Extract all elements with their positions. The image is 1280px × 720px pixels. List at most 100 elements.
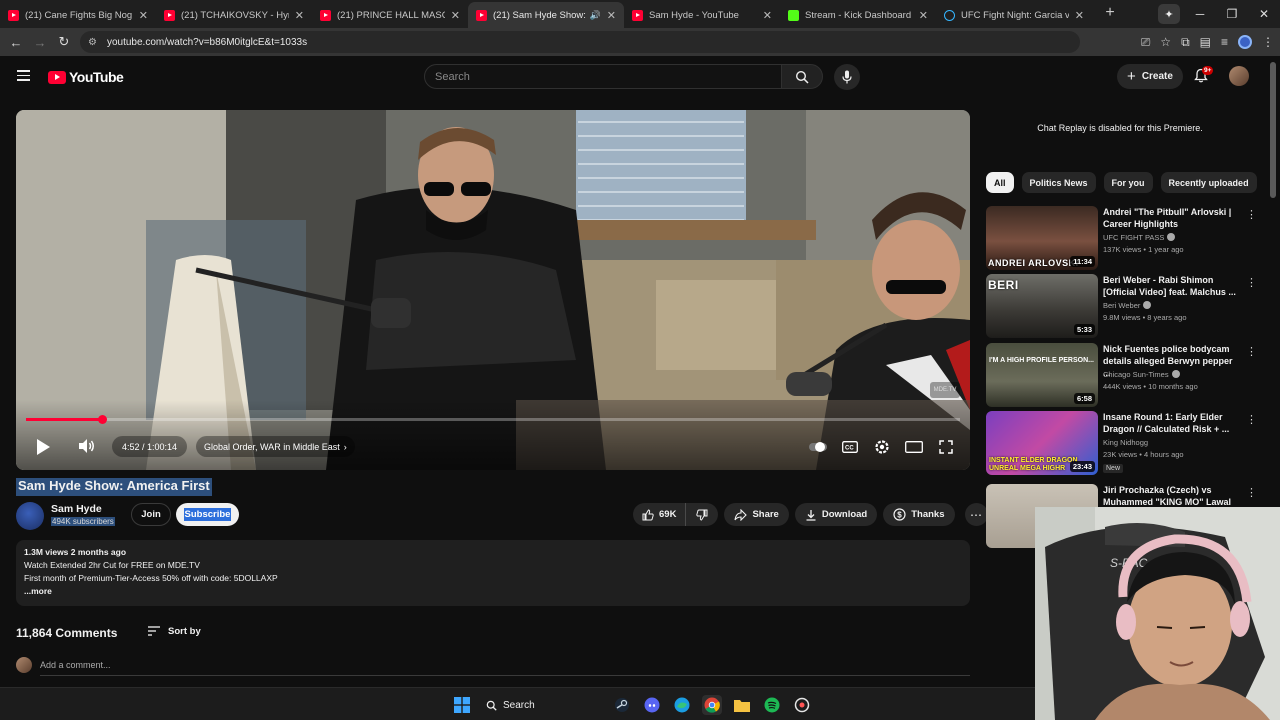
close-tab-icon[interactable]: ✕ <box>919 9 928 22</box>
cast-icon[interactable]: ⎚ <box>1141 35 1151 50</box>
media-icon[interactable]: ≡ <box>1221 35 1228 49</box>
more-options-icon[interactable]: ⋮ <box>1246 276 1257 289</box>
recommended-title[interactable]: Andrei "The Pitbull" Arlovski | Career H… <box>1103 206 1241 230</box>
create-button[interactable]: + Create <box>1117 64 1183 89</box>
close-tab-icon[interactable]: ✕ <box>295 9 304 22</box>
search-input[interactable]: Search <box>424 64 782 89</box>
filter-chip[interactable]: For you <box>1103 172 1153 193</box>
taskbar-search[interactable]: Search <box>482 693 602 717</box>
download-button[interactable]: Download <box>794 503 878 526</box>
close-tab-icon[interactable]: ✕ <box>607 9 616 22</box>
recommended-video[interactable]: BERI 5:33 Beri Weber - Rabi Shimon [Offici… <box>986 274 1257 338</box>
video-player[interactable]: MDE.TV 4:52 / 1:00:14 Global Order, WAR … <box>16 110 970 470</box>
filter-chip[interactable]: Politics News <box>1021 172 1096 193</box>
browser-tab[interactable]: Stream - Kick Dashboard ✕ <box>780 2 936 28</box>
browser-tab[interactable]: (21) Cane Fights Big Nog - Yo ✕ <box>0 2 156 28</box>
app-icon[interactable] <box>792 695 812 715</box>
browser-tab[interactable]: UFC Fight Night: Garcia vs. Or ✕ <box>936 2 1092 28</box>
close-tab-icon[interactable]: ✕ <box>1075 9 1084 22</box>
steam-icon[interactable] <box>612 695 632 715</box>
close-tab-icon[interactable]: ✕ <box>451 9 460 22</box>
theater-mode-icon[interactable] <box>904 438 924 456</box>
more-actions-icon[interactable]: ⋯ <box>964 503 988 526</box>
browser-tab[interactable]: (21) PRINCE HALL MASON/ Or ✕ <box>312 2 468 28</box>
reload-icon[interactable]: ↻ <box>52 34 76 50</box>
start-icon[interactable] <box>452 695 472 715</box>
site-info-icon[interactable]: ⚙ <box>88 37 97 48</box>
recommended-video[interactable]: INSTANT ELDER DRAGON UNREAL MEGA HIGHR 23… <box>986 411 1257 475</box>
discord-icon[interactable] <box>642 695 662 715</box>
browser-tab[interactable]: (21) Sam Hyde Show: Ame🔊 ✕ <box>468 2 624 28</box>
voice-search-button[interactable] <box>834 64 860 90</box>
recommended-channel[interactable]: Chicago Sun-Times <box>1103 370 1180 379</box>
show-more-link[interactable]: ...more <box>24 585 962 598</box>
recommended-meta: 9.8M views • 8 years ago <box>1103 313 1187 322</box>
recommended-channel[interactable]: Beri Weber <box>1103 301 1152 310</box>
channel-watermark[interactable]: MDE.TV <box>930 382 960 398</box>
account-avatar[interactable] <box>1229 66 1249 86</box>
video-thumbnail[interactable]: INSTANT ELDER DRAGON UNREAL MEGA HIGHR 23… <box>986 411 1098 475</box>
video-thumbnail[interactable]: BERI 5:33 <box>986 274 1098 338</box>
filter-chip[interactable]: All <box>986 172 1014 193</box>
new-tab-button[interactable]: + <box>1097 0 1123 26</box>
close-window-icon[interactable]: ✕ <box>1248 7 1280 21</box>
browser-tab[interactable]: Sam Hyde - YouTube ✕ <box>624 2 780 28</box>
add-comment-field[interactable]: Add a comment... <box>16 657 111 673</box>
recommended-title[interactable]: Beri Weber - Rabi Shimon [Official Video… <box>1103 274 1241 298</box>
play-button[interactable] <box>32 436 54 458</box>
spotify-icon[interactable] <box>762 695 782 715</box>
thanks-button[interactable]: $ Thanks <box>883 503 955 526</box>
like-button[interactable]: 69K <box>633 503 687 526</box>
close-tab-icon[interactable]: ✕ <box>139 9 148 22</box>
description-box[interactable]: 1.3M views 2 months ago Watch Extended 2… <box>16 540 970 606</box>
video-thumbnail[interactable]: ANDREI ARLOVSKI 11:34 <box>986 206 1098 270</box>
settings-icon[interactable] <box>872 438 892 456</box>
tab-audio-icon[interactable]: 🔊 <box>590 10 601 21</box>
progress-bar[interactable] <box>26 415 960 424</box>
channel-name[interactable]: Sam Hyde <box>51 503 102 515</box>
more-options-icon[interactable]: ⋮ <box>1246 208 1257 221</box>
youtube-logo[interactable]: YouTube <box>48 69 124 85</box>
join-button[interactable]: Join <box>131 503 171 526</box>
edge-icon[interactable] <box>672 695 692 715</box>
chrome-icon[interactable] <box>702 695 722 715</box>
profile-avatar[interactable] <box>1238 35 1252 49</box>
back-icon[interactable]: ← <box>4 35 28 50</box>
search-button[interactable] <box>781 64 823 89</box>
file-explorer-icon[interactable] <box>732 695 752 715</box>
more-options-icon[interactable]: ⋮ <box>1246 413 1257 426</box>
tab-search-button[interactable]: ✦ <box>1158 4 1180 24</box>
page-scrollbar[interactable] <box>1270 62 1276 198</box>
minimize-icon[interactable]: ─ <box>1184 7 1216 21</box>
recommended-channel[interactable]: UFC FIGHT PASS <box>1103 233 1176 242</box>
close-tab-icon[interactable]: ✕ <box>763 9 772 22</box>
fullscreen-icon[interactable] <box>936 438 956 456</box>
subscribe-button[interactable]: Subscribe <box>176 503 239 526</box>
dislike-button[interactable] <box>686 503 718 526</box>
sort-comments-button[interactable]: Sort by <box>148 624 201 638</box>
captions-icon[interactable]: CC <box>840 438 860 456</box>
filter-chip[interactable]: Recently uploaded <box>1160 172 1257 193</box>
sidepanel-icon[interactable]: ▤ <box>1200 35 1211 49</box>
bookmark-star-icon[interactable]: ☆ <box>1160 35 1171 49</box>
extensions-icon[interactable]: ⧉ <box>1181 35 1190 50</box>
menu-icon[interactable] <box>17 70 30 81</box>
channel-avatar[interactable] <box>16 502 44 530</box>
progress-scrubber[interactable] <box>97 415 107 424</box>
recommended-title[interactable]: Insane Round 1: Early Elder Dragon // Ca… <box>1103 411 1241 435</box>
recommended-video[interactable]: I'M A HIGH PROFILE PERSON... 6:58 Nick Fue… <box>986 343 1257 407</box>
share-button[interactable]: Share <box>724 503 789 526</box>
recommended-video[interactable]: ANDREI ARLOVSKI 11:34 Andrei "The Pitbull"… <box>986 206 1257 270</box>
maximize-icon[interactable]: ❐ <box>1216 7 1248 21</box>
browser-tab[interactable]: (21) TCHAIKOVSKY - Hymn of ✕ <box>156 2 312 28</box>
recommended-channel[interactable]: King Nidhogg <box>1103 438 1148 447</box>
address-bar[interactable]: ⚙ youtube.com/watch?v=b86M0itglcE&t=1033… <box>80 31 1080 53</box>
more-options-icon[interactable]: ⋮ <box>1246 486 1257 499</box>
volume-button[interactable] <box>76 436 98 458</box>
video-thumbnail[interactable]: I'M A HIGH PROFILE PERSON... 6:58 <box>986 343 1098 407</box>
autoplay-toggle-icon[interactable] <box>808 438 828 456</box>
more-options-icon[interactable]: ⋮ <box>1246 345 1257 358</box>
chapter-button[interactable]: Global Order, WAR in Middle East › <box>196 436 355 457</box>
forward-icon[interactable]: → <box>28 35 52 50</box>
browser-menu-icon[interactable]: ⋮ <box>1262 35 1274 49</box>
